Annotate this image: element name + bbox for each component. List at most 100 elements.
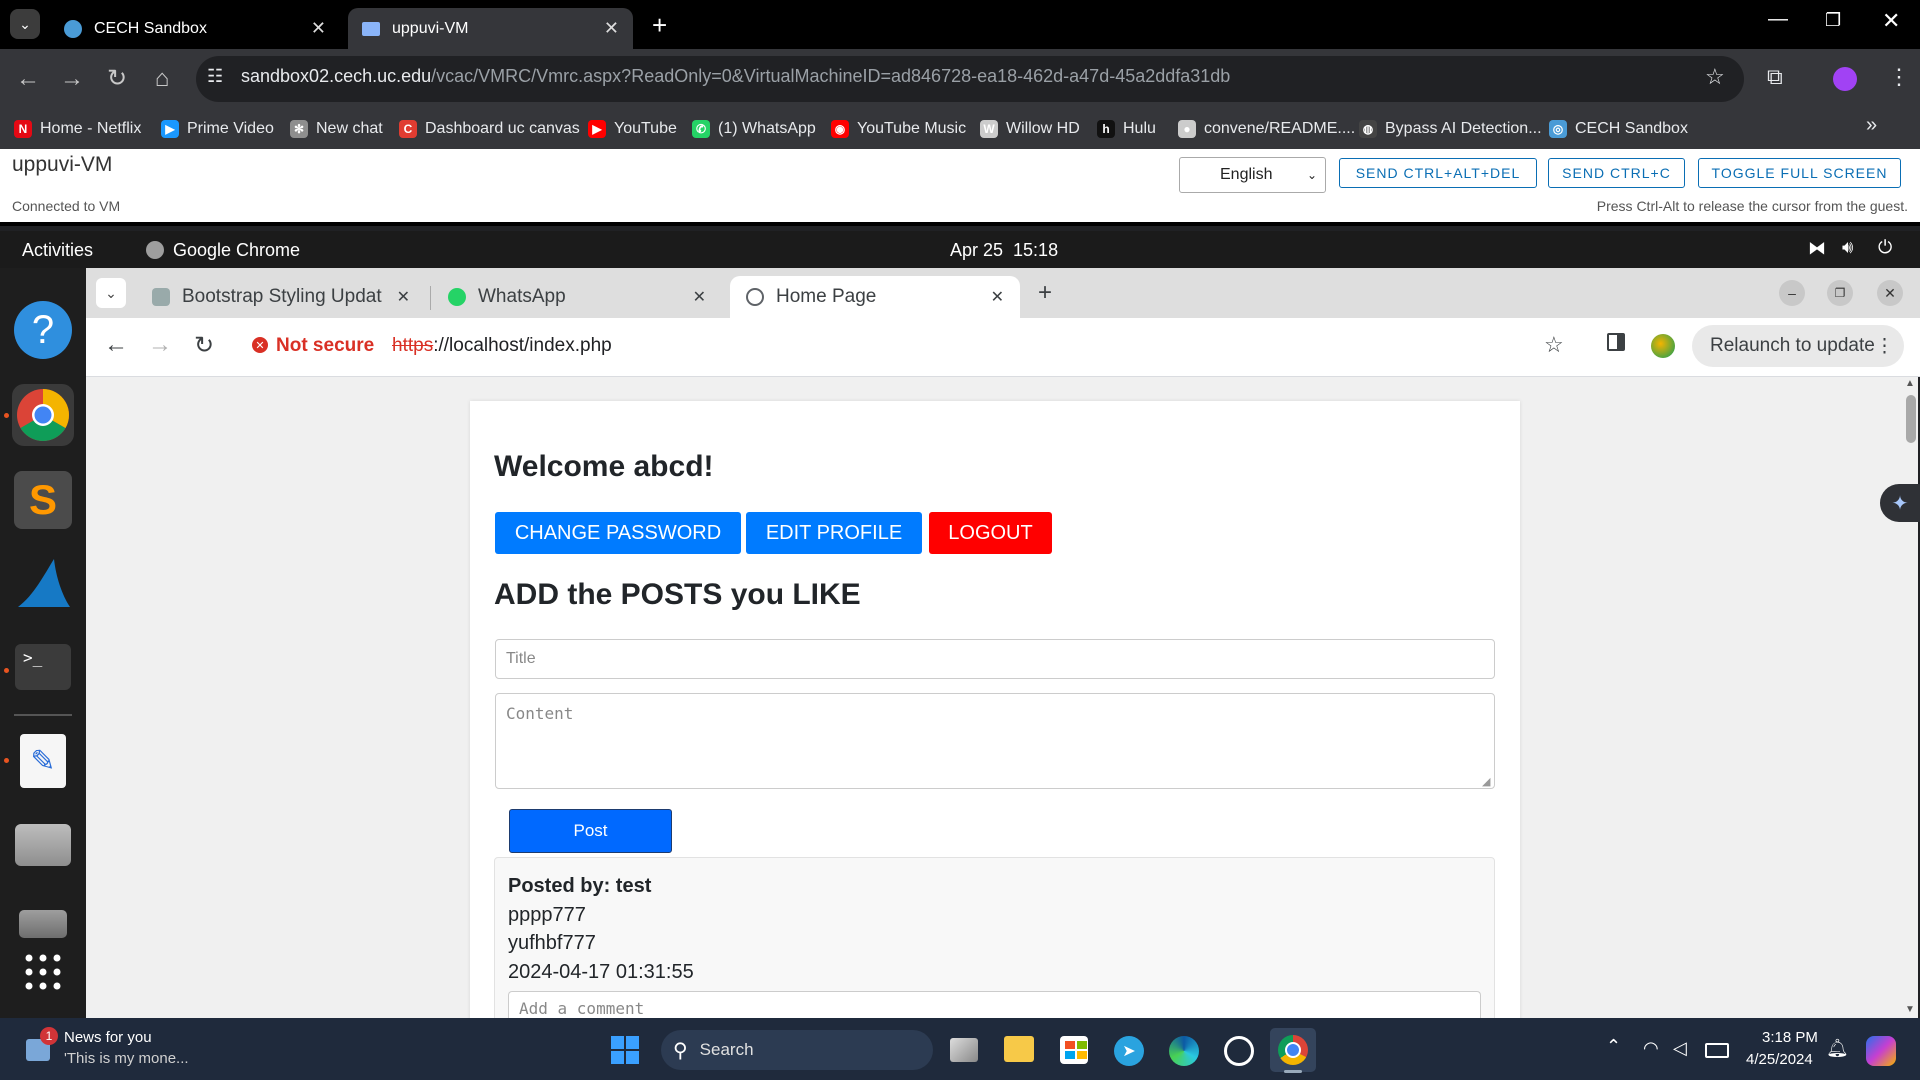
- scrollbar-up-arrow[interactable]: ▲: [1905, 378, 1915, 389]
- site-info-icon[interactable]: ☷: [207, 66, 223, 87]
- activities-button[interactable]: Activities: [22, 240, 93, 261]
- scrollbar-track[interactable]: [1904, 377, 1918, 1018]
- chevron-up-icon[interactable]: ⌃: [1606, 1036, 1621, 1057]
- chrome-icon[interactable]: [1270, 1028, 1316, 1072]
- news-widget[interactable]: 1 News for you 'This is my mone...: [20, 1027, 210, 1073]
- drive-icon[interactable]: [12, 814, 74, 876]
- close-icon[interactable]: ✕: [693, 287, 706, 307]
- close-icon[interactable]: ✕: [397, 287, 410, 307]
- volume-icon[interactable]: 🔊︎: [1842, 237, 1853, 258]
- logout-button[interactable]: LOGOUT: [929, 512, 1052, 554]
- profile-avatar[interactable]: [1651, 334, 1675, 358]
- toggle-full-screen-button[interactable]: TOGGLE FULL SCREEN: [1698, 158, 1901, 188]
- bookmark-star-icon[interactable]: ☆: [1705, 64, 1725, 90]
- edit-profile-button[interactable]: EDIT PROFILE: [746, 512, 922, 554]
- menu-icon[interactable]: ⋮: [1888, 64, 1910, 90]
- close-window-button[interactable]: ✕: [1877, 280, 1903, 306]
- address-url[interactable]: sandbox02.cech.uc.edu/vcac/VMRC/Vmrc.asp…: [241, 66, 1230, 87]
- content-textarea[interactable]: Content: [495, 693, 1495, 789]
- bookmarks-overflow-icon[interactable]: »: [1866, 114, 1877, 137]
- guest-tab-home-page[interactable]: Home Page ✕: [730, 276, 1020, 318]
- not-secure-label[interactable]: Not secure: [276, 335, 374, 357]
- telegram-icon[interactable]: ➤: [1114, 1036, 1144, 1066]
- minimize-button[interactable]: –: [1779, 280, 1805, 306]
- wireshark-icon[interactable]: [12, 553, 74, 615]
- close-icon[interactable]: ✕: [311, 18, 326, 39]
- side-panel-icon[interactable]: [1607, 333, 1625, 351]
- home-button[interactable]: ⌂: [142, 49, 182, 109]
- power-icon[interactable]: ⏻: [1878, 237, 1892, 258]
- task-view-icon[interactable]: [950, 1038, 978, 1062]
- speaker-icon[interactable]: ◁: [1673, 1038, 1687, 1059]
- send-ctrl-alt-del-button[interactable]: SEND CTRL+ALT+DEL: [1339, 158, 1537, 188]
- restore-button[interactable]: ❐: [1825, 10, 1841, 31]
- tab-search-button[interactable]: ⌄: [96, 278, 126, 308]
- whatsapp-icon[interactable]: [1224, 1036, 1254, 1066]
- new-tab-button[interactable]: +: [652, 10, 667, 41]
- post-button[interactable]: Post: [509, 809, 672, 853]
- copilot-icon[interactable]: [1866, 1036, 1896, 1066]
- bookmark-willow[interactable]: W Willow HD: [980, 116, 1080, 142]
- bookmark-bypass[interactable]: ◍ Bypass AI Detection...: [1359, 116, 1542, 142]
- close-window-button[interactable]: ✕: [1882, 8, 1900, 34]
- host-tab-cech-sandbox[interactable]: CECH Sandbox ✕: [50, 8, 340, 49]
- profile-avatar[interactable]: [1833, 67, 1857, 91]
- bookmark-canvas[interactable]: C Dashboard uc canvas: [399, 116, 580, 142]
- title-input[interactable]: Title: [495, 639, 1495, 679]
- bookmark-youtube-music[interactable]: ◉ YouTube Music: [831, 116, 966, 142]
- wifi-icon[interactable]: ◠: [1643, 1038, 1659, 1059]
- guest-tab-whatsapp[interactable]: WhatsApp ✕: [432, 276, 722, 318]
- reload-button[interactable]: ↻: [97, 49, 137, 109]
- close-icon[interactable]: ✕: [604, 18, 619, 39]
- guest-tab-bootstrap[interactable]: Bootstrap Styling Updat ✕: [136, 276, 426, 318]
- bookmark-youtube[interactable]: ▶ YouTube: [588, 116, 677, 142]
- network-icon[interactable]: ⧓: [1808, 238, 1826, 259]
- bookmark-hulu[interactable]: h Hulu: [1097, 116, 1156, 142]
- send-ctrl-c-button[interactable]: SEND CTRL+C: [1548, 158, 1685, 188]
- new-tab-button[interactable]: +: [1038, 279, 1052, 307]
- start-icon[interactable]: [611, 1036, 639, 1064]
- bookmark-github[interactable]: ● convene/README....: [1178, 116, 1355, 142]
- clock-time[interactable]: 3:18 PM: [1762, 1029, 1818, 1046]
- bookmark-netflix[interactable]: N Home - Netflix: [14, 116, 141, 142]
- extensions-icon[interactable]: ⧉: [1767, 64, 1783, 90]
- focused-app-name[interactable]: Google Chrome: [173, 240, 300, 261]
- back-button[interactable]: ←: [8, 49, 48, 109]
- maximize-button[interactable]: ❐: [1827, 280, 1853, 306]
- host-tab-uppuvi-vm[interactable]: uppuvi-VM ✕: [348, 8, 633, 49]
- guest-url[interactable]: https://localhost/index.php: [392, 335, 612, 357]
- comment-input[interactable]: Add a comment: [508, 991, 1481, 1018]
- battery-icon[interactable]: [1705, 1043, 1729, 1058]
- ai-sparkle-button[interactable]: ✦: [1880, 484, 1920, 522]
- tab-search-button[interactable]: ⌄: [10, 9, 40, 39]
- forward-button[interactable]: →: [52, 49, 92, 109]
- notification-bell-icon[interactable]: 🔔︎: [1826, 1038, 1849, 1059]
- bookmark-star-icon[interactable]: ☆: [1544, 332, 1564, 358]
- language-select[interactable]: English ⌄: [1179, 157, 1326, 193]
- app-grid-icon[interactable]: [12, 941, 74, 1003]
- edge-icon[interactable]: [1169, 1036, 1199, 1066]
- bookmark-prime-video[interactable]: ▶ Prime Video: [161, 116, 274, 142]
- microsoft-store-icon[interactable]: [1060, 1036, 1088, 1064]
- relaunch-to-update-button[interactable]: Relaunch to update ⋮: [1692, 325, 1904, 367]
- change-password-button[interactable]: CHANGE PASSWORD: [495, 512, 741, 554]
- scrollbar-thumb[interactable]: [1906, 395, 1916, 443]
- bookmark-chatgpt[interactable]: ✻ New chat: [290, 116, 383, 142]
- bookmark-whatsapp[interactable]: ✆ (1) WhatsApp: [692, 116, 816, 142]
- back-button[interactable]: ←: [104, 331, 128, 359]
- reload-button[interactable]: ↻: [194, 331, 214, 360]
- help-icon[interactable]: ?: [12, 299, 74, 361]
- resize-handle-icon[interactable]: ◢: [1482, 775, 1490, 788]
- minimize-button[interactable]: —: [1768, 8, 1788, 31]
- terminal-icon[interactable]: >_: [12, 636, 74, 698]
- bookmark-cech[interactable]: ◎ CECH Sandbox: [1549, 116, 1688, 142]
- search-box[interactable]: ⚲ Search: [661, 1030, 933, 1070]
- forward-button[interactable]: →: [148, 331, 172, 359]
- chrome-icon[interactable]: [12, 384, 74, 446]
- scrollbar-down-arrow[interactable]: ▼: [1905, 1004, 1915, 1015]
- sublime-text-icon[interactable]: S: [12, 469, 74, 531]
- not-secure-icon[interactable]: ✕: [252, 337, 268, 353]
- file-explorer-icon[interactable]: [1004, 1036, 1034, 1062]
- close-icon[interactable]: ✕: [991, 287, 1004, 307]
- text-editor-icon[interactable]: ✎: [12, 730, 74, 792]
